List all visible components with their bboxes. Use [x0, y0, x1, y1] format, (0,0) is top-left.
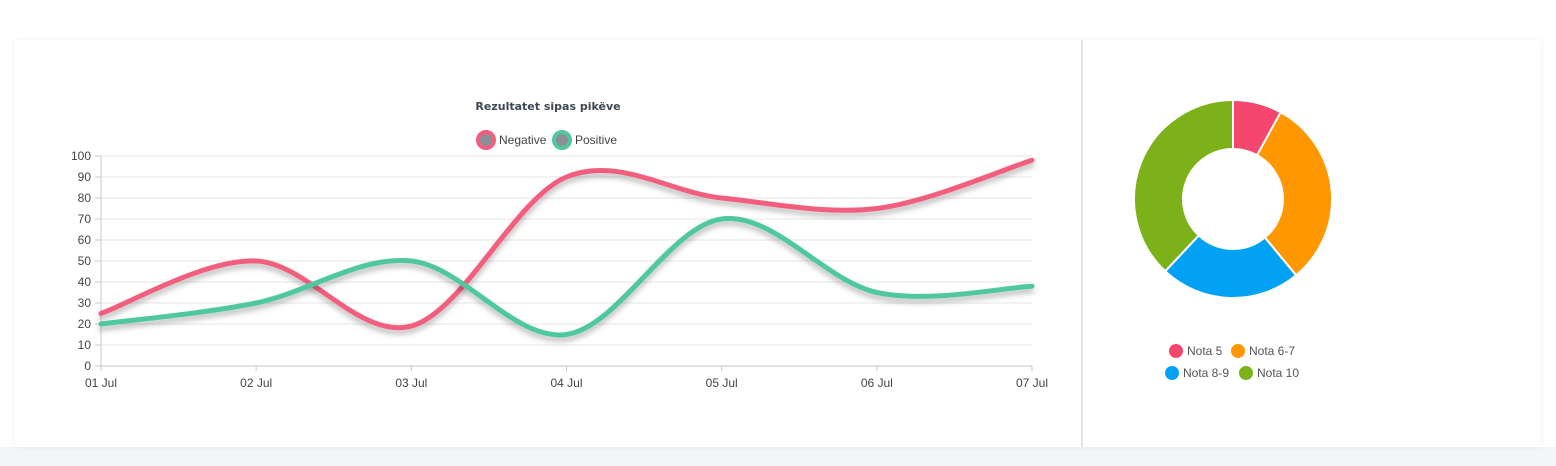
donut-legend-marker-nota-10[interactable]	[1239, 366, 1253, 380]
x-tick-label-06-jul: 06 Jul	[861, 376, 893, 390]
x-tick-label-05-jul: 05 Jul	[706, 376, 738, 390]
y-tick-label-10: 10	[78, 338, 92, 352]
line-chart-x-axis: 01 Jul 02 Jul 03 Jul 04 Jul 05 Jul 06 Jul 07 J…	[85, 366, 1048, 390]
donut-legend-marker-nota-8-9[interactable]	[1165, 366, 1179, 380]
y-tick-label-80: 80	[78, 191, 92, 205]
series-line-positive	[98, 216, 1035, 338]
y-tick-label-90: 90	[78, 170, 92, 184]
donut-legend-marker-nota-5[interactable]	[1169, 344, 1183, 358]
y-tick-label-20: 20	[78, 317, 92, 331]
y-tick-label-50: 50	[78, 254, 92, 268]
donut-slices	[1133, 98, 1333, 299]
legend-marker-negative[interactable]	[476, 130, 496, 150]
x-tick-label-04-jul: 04 Jul	[550, 376, 582, 390]
legend-label-positive[interactable]: Positive	[575, 133, 617, 147]
legend-marker-positive[interactable]	[552, 130, 572, 150]
y-tick-label-60: 60	[78, 233, 92, 247]
dashboard-page: Rezultatet sipas pikëve Negative Positive…	[0, 0, 1556, 466]
donut-chart: Nota 5 Nota 6-7 Nota 8-9 Nota 10	[1133, 98, 1333, 380]
line-chart-title: Rezultatet sipas pikëve	[475, 100, 620, 113]
donut-legend-label-nota-5[interactable]: Nota 5	[1187, 344, 1223, 358]
line-chart-series	[98, 157, 1035, 338]
y-tick-label-30: 30	[78, 296, 92, 310]
donut-legend-label-nota-8-9[interactable]: Nota 8-9	[1183, 366, 1229, 380]
x-tick-label-02-jul: 02 Jul	[240, 376, 272, 390]
donut-legend-marker-nota-6-7[interactable]	[1231, 344, 1245, 358]
y-tick-label-40: 40	[78, 275, 92, 289]
y-tick-label-70: 70	[78, 212, 92, 226]
line-chart: Rezultatet sipas pikëve Negative Positive…	[71, 100, 1048, 390]
x-tick-label-03-jul: 03 Jul	[395, 376, 427, 390]
donut-legend-label-nota-6-7[interactable]: Nota 6-7	[1249, 344, 1295, 358]
donut-legend-label-nota-10[interactable]: Nota 10	[1257, 366, 1299, 380]
legend-label-negative[interactable]: Negative	[499, 133, 547, 147]
donut-slice-nota-10[interactable]	[1133, 98, 1234, 273]
line-chart-legend: Negative Positive	[476, 130, 617, 150]
line-chart-y-axis: 0 10 20 30 40 50 60 70 80 90 100	[71, 149, 102, 373]
donut-legend: Nota 5 Nota 6-7 Nota 8-9 Nota 10	[1165, 344, 1299, 380]
y-tick-label-0: 0	[84, 359, 91, 373]
x-tick-label-01-jul: 01 Jul	[85, 376, 117, 390]
y-tick-label-100: 100	[71, 149, 91, 163]
x-tick-label-07-jul: 07 Jul	[1016, 376, 1048, 390]
